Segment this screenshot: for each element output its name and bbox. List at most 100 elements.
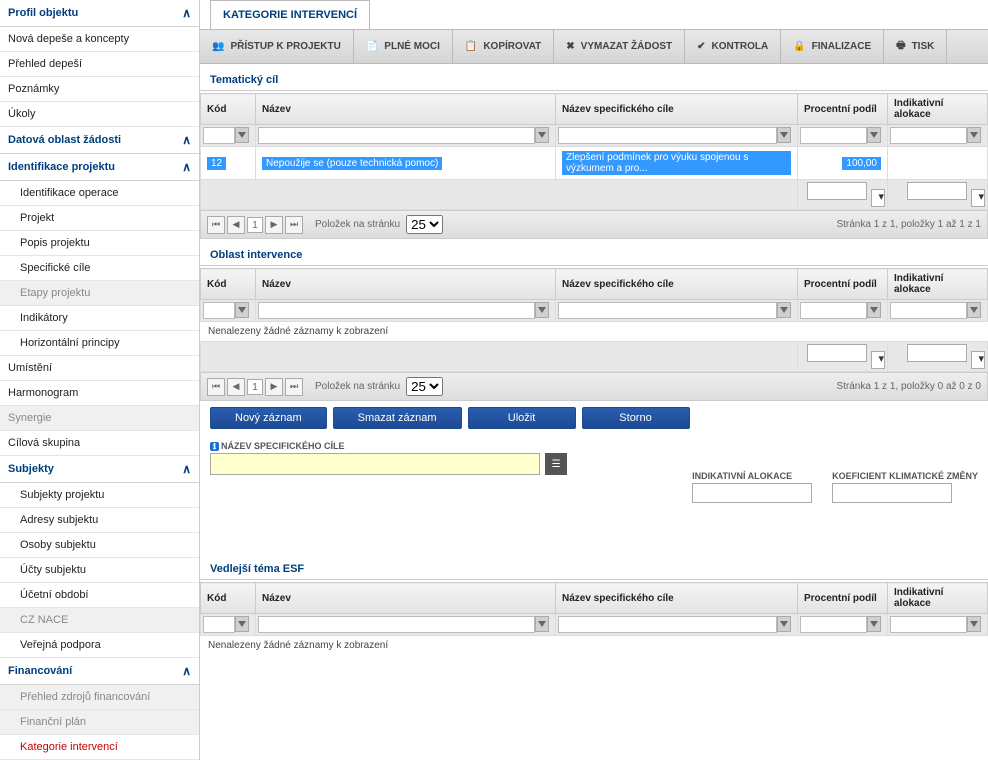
agg-dropdown[interactable] — [807, 344, 867, 362]
pager-next[interactable]: ▶ — [265, 378, 283, 396]
pager-prev[interactable]: ◀ — [227, 378, 245, 396]
sidebar-section-financovani[interactable]: Financování∧ — [0, 658, 199, 685]
sidebar-item[interactable]: Popis projektu — [0, 231, 199, 256]
agg-dropdown[interactable] — [907, 182, 967, 200]
filter-icon[interactable] — [967, 127, 981, 143]
sidebar-item[interactable]: Horizontální principy — [0, 331, 199, 356]
agg-btn[interactable]: ▾ — [871, 351, 885, 369]
col-procent[interactable]: Procentní podíl — [798, 94, 888, 125]
filter-icon[interactable] — [777, 302, 791, 318]
sidebar-item[interactable]: Subjekty projektu — [0, 483, 199, 508]
tool-pristup[interactable]: 👥PŘÍSTUP K PROJEKTU — [200, 30, 354, 63]
col-nazev[interactable]: Název — [256, 583, 556, 614]
tool-vymazat[interactable]: ✖VYMAZAT ŽÁDOST — [554, 30, 685, 63]
filter-spec[interactable] — [558, 616, 777, 633]
sidebar-section-subjekty[interactable]: Subjekty∧ — [0, 456, 199, 483]
sidebar-item[interactable]: Přehled zdrojů financování — [0, 685, 199, 710]
agg-dropdown[interactable] — [807, 182, 867, 200]
pager-first[interactable]: ⏮ — [207, 216, 225, 234]
filter-kod[interactable] — [203, 616, 235, 633]
filter-spec[interactable] — [558, 127, 777, 144]
sidebar-section-profil[interactable]: Profil objektu∧ — [0, 0, 199, 27]
sidebar-item[interactable]: Veřejná podpora — [0, 633, 199, 658]
tool-plne-moci[interactable]: 📄PLNÉ MOCI — [354, 30, 453, 63]
pager-last[interactable]: ⏭ — [285, 378, 303, 396]
col-kod[interactable]: Kód — [201, 269, 256, 300]
indik-input[interactable] — [692, 483, 812, 503]
pager-page[interactable]: 1 — [247, 217, 263, 233]
sidebar-section-identifikace[interactable]: Identifikace projektu∧ — [0, 154, 199, 181]
sidebar-item[interactable]: Nová depeše a koncepty — [0, 27, 199, 52]
col-nazev-spec[interactable]: Název specifického cíle — [556, 94, 798, 125]
filter-icon[interactable] — [867, 302, 881, 318]
sidebar-item-harmonogram[interactable]: Harmonogram — [0, 381, 199, 406]
tool-tisk[interactable]: 🖶TISK — [884, 30, 947, 63]
filter-indik[interactable] — [890, 302, 967, 319]
per-page-select[interactable]: 25 — [406, 377, 443, 396]
filter-icon[interactable] — [777, 616, 791, 632]
cancel-button[interactable]: Storno — [582, 407, 690, 429]
pager-page[interactable]: 1 — [247, 379, 263, 395]
filter-icon[interactable] — [235, 127, 249, 143]
filter-icon[interactable] — [535, 127, 549, 143]
agg-btn[interactable]: ▾ — [871, 189, 885, 207]
sidebar-item[interactable]: Etapy projektu — [0, 281, 199, 306]
sidebar-item[interactable]: Účetní období — [0, 583, 199, 608]
sidebar-item[interactable]: Přehled depeší — [0, 52, 199, 77]
col-kod[interactable]: Kód — [201, 94, 256, 125]
col-nazev-spec[interactable]: Název specifického cíle — [556, 269, 798, 300]
filter-procent[interactable] — [800, 127, 867, 144]
table-row[interactable]: 12 Nepoužije se (pouze technická pomoc) … — [201, 147, 988, 180]
pager-last[interactable]: ⏭ — [285, 216, 303, 234]
filter-icon[interactable] — [967, 616, 981, 632]
filter-indik[interactable] — [890, 127, 967, 144]
col-nazev-spec[interactable]: Název specifického cíle — [556, 583, 798, 614]
sidebar-section-datova[interactable]: Datová oblast žádosti∧ — [0, 127, 199, 154]
list-icon[interactable]: ☰ — [545, 453, 567, 475]
col-procent[interactable]: Procentní podíl — [798, 269, 888, 300]
filter-nazev[interactable] — [258, 616, 535, 633]
pager-first[interactable]: ⏮ — [207, 378, 225, 396]
filter-icon[interactable] — [867, 616, 881, 632]
filter-procent[interactable] — [800, 616, 867, 633]
sidebar-item[interactable]: CZ NACE — [0, 608, 199, 633]
tab-kategorie[interactable]: KATEGORIE INTERVENCÍ — [210, 0, 370, 29]
per-page-select[interactable]: 25 — [406, 215, 443, 234]
filter-spec[interactable] — [558, 302, 777, 319]
filter-icon[interactable] — [535, 302, 549, 318]
pager-next[interactable]: ▶ — [265, 216, 283, 234]
sidebar-item[interactable]: Identifikace operace — [0, 181, 199, 206]
sidebar-item-umisteni[interactable]: Umístění — [0, 356, 199, 381]
col-indik[interactable]: Indikativní alokace — [888, 583, 988, 614]
col-procent[interactable]: Procentní podíl — [798, 583, 888, 614]
filter-icon[interactable] — [867, 127, 881, 143]
filter-kod[interactable] — [203, 302, 235, 319]
spec-input[interactable] — [210, 453, 540, 475]
tool-finalizace[interactable]: 🔒FINALIZACE — [781, 30, 884, 63]
filter-procent[interactable] — [800, 302, 867, 319]
sidebar-item[interactable]: Specifické cíle — [0, 256, 199, 281]
agg-btn[interactable]: ▾ — [971, 189, 985, 207]
agg-dropdown[interactable] — [907, 344, 967, 362]
sidebar-item[interactable]: Úkoly — [0, 102, 199, 127]
tool-kontrola[interactable]: ✔KONTROLA — [685, 30, 781, 63]
filter-nazev[interactable] — [258, 127, 535, 144]
delete-button[interactable]: Smazat záznam — [333, 407, 462, 429]
filter-icon[interactable] — [235, 616, 249, 632]
sidebar-item-cilova[interactable]: Cílová skupina — [0, 431, 199, 456]
col-nazev[interactable]: Název — [256, 94, 556, 125]
filter-indik[interactable] — [890, 616, 967, 633]
sidebar-item[interactable]: Adresy subjektu — [0, 508, 199, 533]
sidebar-item[interactable]: Poznámky — [0, 77, 199, 102]
filter-icon[interactable] — [967, 302, 981, 318]
save-button[interactable]: Uložit — [468, 407, 576, 429]
col-nazev[interactable]: Název — [256, 269, 556, 300]
col-kod[interactable]: Kód — [201, 583, 256, 614]
sidebar-item-kategorie[interactable]: Kategorie intervencí — [0, 735, 199, 760]
sidebar-item[interactable]: Účty subjektu — [0, 558, 199, 583]
filter-kod[interactable] — [203, 127, 235, 144]
filter-nazev[interactable] — [258, 302, 535, 319]
tool-kopirovat[interactable]: 📋KOPÍROVAT — [453, 30, 554, 63]
sidebar-item[interactable]: Indikátory — [0, 306, 199, 331]
sidebar-item[interactable]: Finanční plán — [0, 710, 199, 735]
